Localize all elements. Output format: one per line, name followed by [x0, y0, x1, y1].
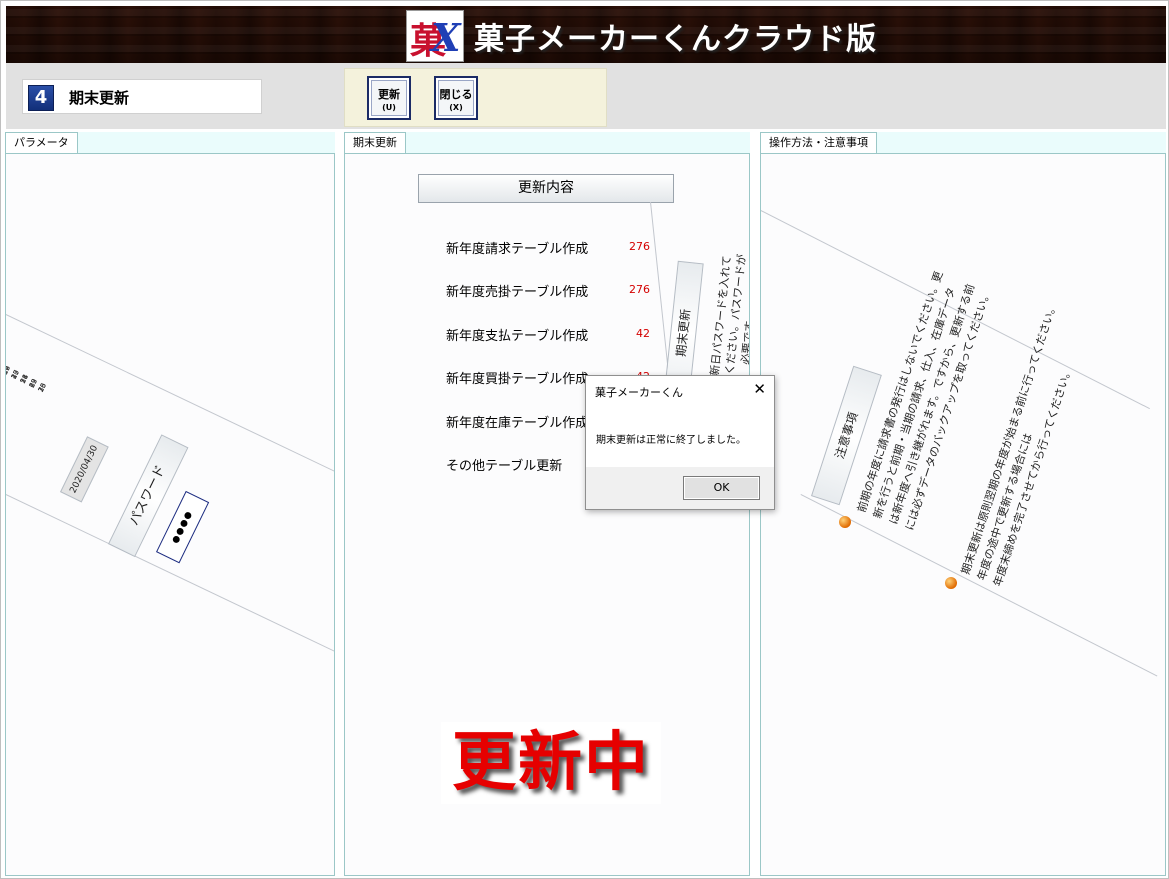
row-value: 276: [629, 283, 650, 296]
tab-parameters[interactable]: パラメータ: [5, 132, 78, 153]
tab-notes[interactable]: 操作方法・注意事項: [760, 132, 877, 153]
update-tabstrip: 期末更新: [344, 132, 750, 153]
bullet-icon: [839, 516, 851, 528]
parameters-panel: パラメータ 12 13 14 15 16 19 20 21 22 23 26 2…: [5, 132, 335, 876]
app-window: 菓 X 菓子メーカーくんクラウド版 4 期末更新 更新 (U) 閉じる (X) …: [0, 0, 1169, 879]
processing-status: 更新中: [441, 722, 661, 804]
update-body: 更新内容 新年度請求テーブル作成 276 新年度売掛テーブル作成 276 新年度…: [344, 153, 750, 876]
row-label: 新年度買掛テーブル作成: [446, 372, 589, 387]
row-label: 新年度請求テーブル作成: [446, 242, 589, 257]
close-icon[interactable]: ✕: [753, 380, 766, 398]
row-label: 新年度売掛テーブル作成: [446, 285, 589, 300]
update-button[interactable]: 更新 (U): [367, 76, 411, 120]
row-value: 42: [636, 327, 650, 340]
row-label: その他テーブル更新: [446, 459, 563, 474]
app-title: 菓子メーカーくんクラウド版: [474, 22, 877, 57]
close-button-label: 閉じる: [439, 88, 473, 101]
parameters-body: 12 13 14 15 16 19 20 21 22 23 26 27 28 2…: [5, 153, 335, 876]
update-button-label: 更新: [378, 88, 400, 101]
mode-number-icon: 4: [28, 85, 54, 111]
toolbar-button-panel: 更新 (U) 閉じる (X): [344, 68, 607, 127]
dialog-footer: OK: [586, 467, 774, 509]
close-button-key: (X): [449, 103, 463, 112]
password-field[interactable]: ●●●●: [156, 490, 210, 564]
diagonal-line: [6, 494, 334, 659]
row-label: 新年度在庫テーブル作成: [446, 416, 589, 431]
bullet-icon: [945, 577, 957, 589]
ok-button[interactable]: OK: [683, 476, 760, 500]
content-header: 更新内容: [418, 174, 674, 203]
notes-panel: 操作方法・注意事項 注意事項 前期の年度に請求書の発行はしないでください。更 新…: [760, 132, 1166, 876]
processing-status-text: 更新中: [452, 726, 650, 800]
date-field[interactable]: 2020/04/30: [60, 436, 109, 503]
row-value: 276: [629, 240, 650, 253]
row-label: 新年度支払テーブル作成: [446, 329, 589, 344]
toolbar: 4 期末更新 更新 (U) 閉じる (X): [6, 63, 1166, 129]
app-logo: 菓 X: [406, 10, 464, 62]
dialog-title: 菓子メーカーくん: [595, 386, 683, 399]
mode-indicator: 4 期末更新: [22, 79, 262, 114]
notes-tabstrip: 操作方法・注意事項: [760, 132, 1166, 153]
parameters-tabstrip: パラメータ: [5, 132, 335, 153]
app-header: 菓 X 菓子メーカーくんクラウド版: [6, 6, 1166, 63]
tab-update[interactable]: 期末更新: [344, 132, 406, 153]
logo-x: X: [431, 15, 461, 60]
notes-body: 注意事項 前期の年度に請求書の発行はしないでください。更 新を行うと前期・当期の…: [760, 153, 1166, 876]
update-button-key: (U): [382, 103, 396, 112]
dialog-message: 期末更新は正常に終了しました。: [596, 435, 746, 446]
message-dialog: 菓子メーカーくん ✕ 期末更新は正常に終了しました。 OK: [585, 375, 775, 510]
close-button[interactable]: 閉じる (X): [434, 76, 478, 120]
mode-label: 期末更新: [69, 89, 130, 107]
